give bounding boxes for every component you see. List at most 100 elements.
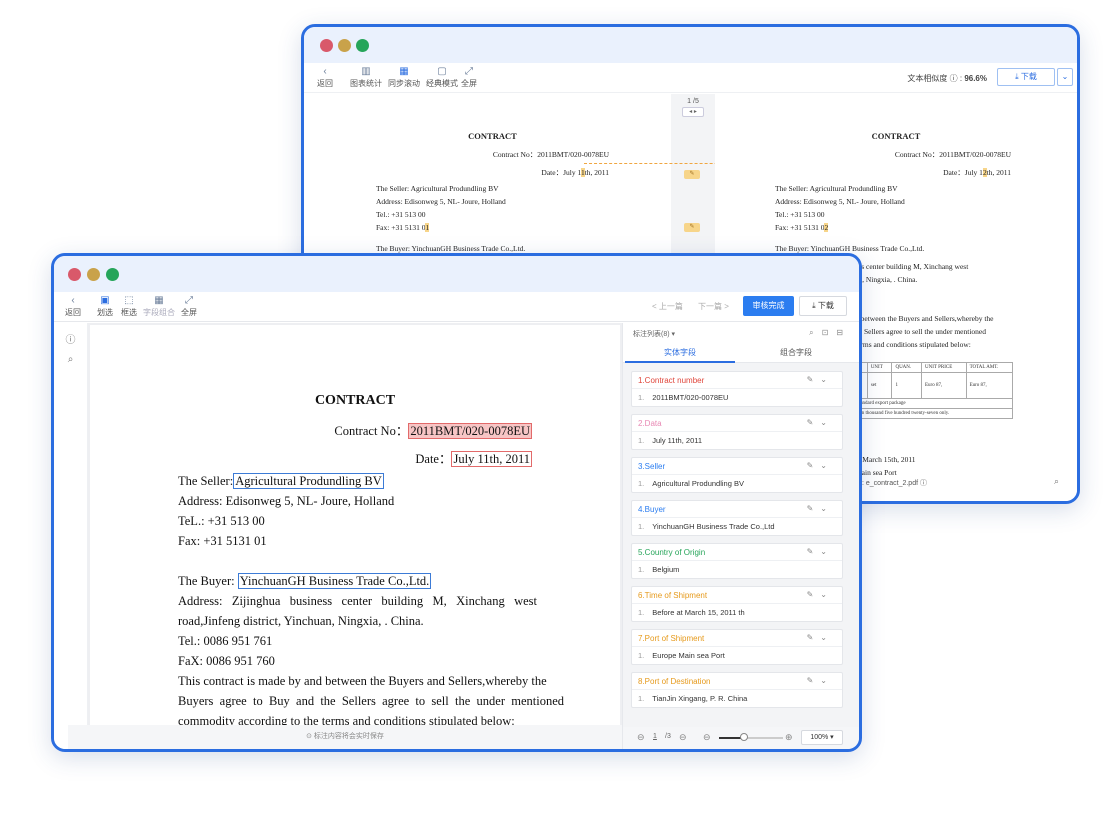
- chevron-down-icon[interactable]: ⌄: [820, 461, 834, 470]
- fullscreen-button[interactable]: ⤢ 全屏: [174, 295, 204, 318]
- table-header-row: N UNIT QUAN. UNIT PRICE TOTAL AMT.: [853, 362, 1014, 373]
- card-value-index: 1.: [638, 608, 645, 617]
- zoom-select[interactable]: 100% ▾: [801, 730, 843, 745]
- fullscreen-button[interactable]: ⤢ 全屏: [454, 66, 484, 89]
- download-options-button[interactable]: ⌄: [1057, 68, 1073, 86]
- minimize-window-button[interactable]: [338, 39, 351, 52]
- chevron-down-icon[interactable]: ⌄: [820, 547, 834, 556]
- page-current[interactable]: 1: [653, 733, 657, 740]
- tab-entity-fields[interactable]: 实体字段: [625, 347, 735, 363]
- prev-page-icon[interactable]: ⊖: [637, 732, 645, 743]
- annotation-card[interactable]: 8.Port of Destination ✎⌄ 1. TianJin Xingang…: [631, 672, 843, 708]
- edit-icon[interactable]: ✎: [807, 676, 821, 685]
- maximize-window-button[interactable]: [356, 39, 369, 52]
- annotation-card[interactable]: 7.Port of Shipment ✎⌄ 1. Europe Main sea Po…: [631, 629, 843, 665]
- date-line: Date：July 11th, 2011: [415, 451, 532, 467]
- edit-icon[interactable]: ✎: [807, 633, 821, 642]
- card-value: 1. YinchuanGH Business Trade Co.,Ltd: [638, 522, 775, 531]
- edit-icon[interactable]: ✎: [807, 590, 821, 599]
- card-title: 5.Country of Origin: [638, 548, 706, 557]
- search-icon[interactable]: ⌕: [809, 328, 821, 337]
- box-select-tool-button[interactable]: ⬚ 框选: [114, 295, 144, 318]
- diff-highlight[interactable]: 2: [824, 223, 829, 232]
- edit-icon[interactable]: ✎: [807, 504, 821, 513]
- zoom-slider-handle[interactable]: [740, 733, 748, 741]
- left-tool-strip: ⓘ ⌕: [54, 323, 88, 749]
- back-button[interactable]: ‹ 返回: [58, 295, 88, 318]
- search-icon[interactable]: ⌕: [1054, 476, 1059, 487]
- search-icon[interactable]: ⌕: [54, 354, 87, 365]
- edit-icon[interactable]: ✎: [807, 547, 821, 556]
- close-window-button[interactable]: [68, 268, 81, 281]
- collapse-icon[interactable]: ⊟: [836, 328, 851, 337]
- annotation-card[interactable]: 6.Time of Shipment ✎⌄ 1. Before at March 15…: [631, 586, 843, 622]
- annotation-date[interactable]: July 11th, 2011: [451, 451, 532, 467]
- maximize-window-button[interactable]: [106, 268, 119, 281]
- minimize-window-button[interactable]: [87, 268, 100, 281]
- next-document-link[interactable]: 下一篇 >: [698, 301, 729, 312]
- review-done-button[interactable]: 审核完成: [743, 296, 794, 316]
- field-combo-button[interactable]: ▦ 字段组合: [142, 295, 176, 318]
- expand-icon: ⤢: [185, 295, 193, 306]
- card-value-text: TianJin Xingang, P. R. China: [652, 694, 748, 703]
- card-value-text: Belgium: [652, 565, 680, 574]
- chevron-down-icon[interactable]: ⌄: [820, 633, 834, 642]
- seller-fax: Fax: +31 5131 01: [178, 534, 267, 548]
- table-row: ven thousand five hundred twenty-seven o…: [853, 408, 1013, 419]
- chevron-down-icon[interactable]: ⌄: [820, 504, 834, 513]
- chevron-down-icon[interactable]: ⌄: [820, 375, 834, 384]
- annotation-toolbar: ‹ 返回 ▣ 划选 ⬚ 框选 ▦ 字段组合 ⤢ 全屏 < 上一篇 下一篇 > 审核完成 ⤓…: [54, 292, 859, 322]
- chevron-left-icon: ‹: [323, 66, 327, 77]
- seller-tel: TeL.: +31 513 00: [178, 514, 265, 528]
- info-icon[interactable]: ⓘ: [54, 331, 87, 346]
- annotation-window: ‹ 返回 ▣ 划选 ⬚ 框选 ▦ 字段组合 ⤢ 全屏 < 上一篇 下一篇 > 审核完成 ⤓…: [51, 253, 862, 752]
- chevron-down-icon: ⌄: [1061, 72, 1069, 81]
- tab-combined-fields[interactable]: 组合字段: [741, 347, 851, 358]
- page-total: /3: [665, 733, 671, 740]
- diff-marker[interactable]: ✎: [684, 223, 700, 232]
- next-page-icon[interactable]: ⊖: [679, 732, 687, 743]
- zoom-out-icon[interactable]: ⊖: [703, 732, 711, 743]
- card-value: 1. Agricultural Produndling BV: [638, 479, 744, 488]
- sync-scroll-button[interactable]: ▦ 同步滚动: [386, 66, 422, 89]
- card-title: 1.Contract number: [638, 376, 705, 385]
- download-button[interactable]: ⤓ 下载: [997, 68, 1055, 86]
- annotation-card[interactable]: 1.Contract number ✎⌄ 1. 2011BMT/020-0078EU: [631, 371, 843, 407]
- edit-icon[interactable]: ✎: [807, 375, 821, 384]
- annotation-card[interactable]: 5.Country of Origin ✎⌄ 1. Belgium: [631, 543, 843, 579]
- contract-number-line: Contract No：2011BMT/020-0078EU: [492, 150, 609, 159]
- annotation-buyer[interactable]: YinchuanGH Business Trade Co.,Ltd.: [237, 573, 432, 589]
- download-button[interactable]: ⤓ 下载: [799, 296, 847, 316]
- annotation-card[interactable]: 2.Data ✎⌄ 1. July 11th, 2011: [631, 414, 843, 450]
- back-button[interactable]: ‹ 返回: [310, 66, 340, 89]
- similarity-readout: 文本相似度 ⓘ : 96.6%: [907, 74, 987, 83]
- zoom-in-icon[interactable]: ⊕: [785, 732, 793, 743]
- card-divider: [632, 474, 842, 475]
- card-actions: ✎⌄: [807, 375, 834, 384]
- box-select-icon: ⬚: [124, 295, 134, 306]
- close-window-button[interactable]: [320, 39, 333, 52]
- diff-nav-buttons[interactable]: ◂ ▸: [682, 107, 704, 117]
- diff-highlight[interactable]: 1: [425, 223, 430, 232]
- date-line: Date：July 11th, 2011: [541, 168, 609, 177]
- edit-icon[interactable]: ✎: [807, 461, 821, 470]
- card-value-index: 1.: [638, 694, 645, 703]
- card-value-index: 1.: [638, 522, 645, 531]
- annotation-contract-number[interactable]: 2011BMT/020-0078EU: [408, 423, 532, 439]
- chevron-down-icon[interactable]: ⌄: [820, 590, 834, 599]
- chart-stats-button[interactable]: ▥ 图表统计: [348, 66, 384, 89]
- annotation-card[interactable]: 3.Seller ✎⌄ 1. Agricultural Produndling BV: [631, 457, 843, 493]
- annotation-list-dropdown[interactable]: 标注列表(8) ▾: [633, 329, 675, 339]
- download-icon: ⤓: [1015, 72, 1019, 81]
- edit-icon[interactable]: ✎: [807, 418, 821, 427]
- chevron-down-icon[interactable]: ⌄: [820, 676, 834, 685]
- export-icon[interactable]: ⊡: [822, 328, 837, 337]
- chevron-down-icon[interactable]: ⌄: [820, 418, 834, 427]
- card-title: 3.Seller: [638, 462, 666, 471]
- seller-block: The Seller: Agricultural Produndling BV …: [775, 184, 925, 253]
- annotation-card[interactable]: 4.Buyer ✎⌄ 1. YinchuanGH Business Trade Co.…: [631, 500, 843, 536]
- prev-document-link[interactable]: < 上一篇: [652, 301, 683, 312]
- diff-marker[interactable]: ✎: [684, 170, 700, 179]
- annotation-seller[interactable]: Agricultural Produndling BV: [233, 473, 384, 489]
- window-titlebar: [304, 27, 1077, 63]
